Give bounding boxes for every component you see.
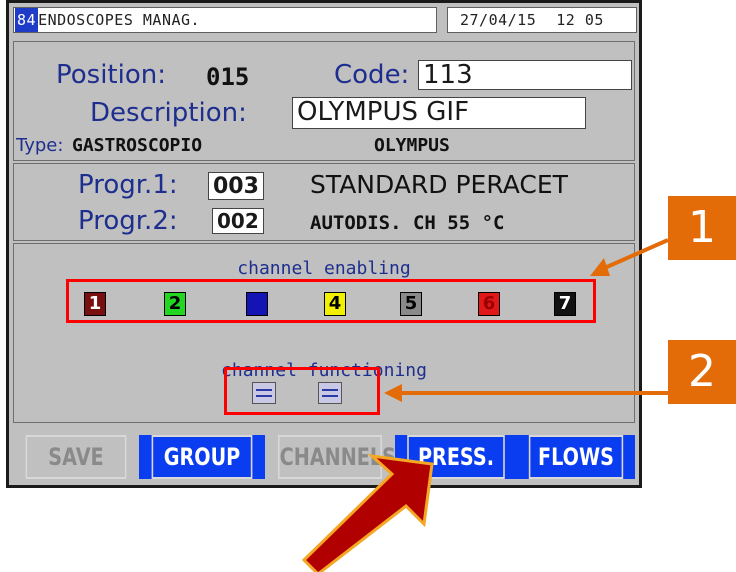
arrow-1-line — [599, 238, 669, 272]
arrow-2-head — [384, 384, 402, 402]
annotation-arrows — [301, 238, 669, 572]
pointer-arrow — [301, 453, 434, 572]
arrow-1-head — [590, 258, 610, 276]
